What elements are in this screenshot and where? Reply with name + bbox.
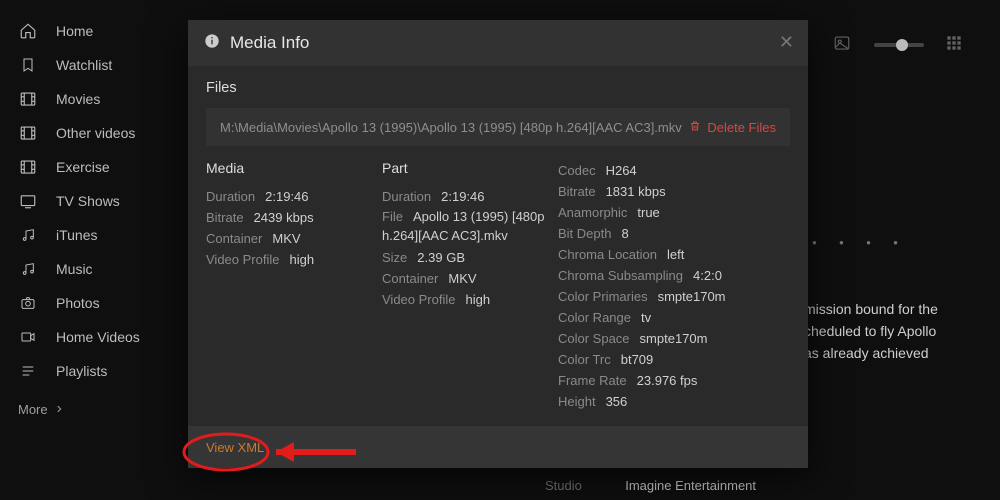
more-label: More [18, 402, 48, 417]
studio-row: Studio Imagine Entertainment [545, 478, 756, 493]
film-icon [18, 123, 38, 143]
sidebar-label: Music [56, 261, 93, 277]
playlist-icon [18, 361, 38, 381]
delete-files-button[interactable]: Delete Files [689, 119, 776, 136]
sidebar-item-exercise[interactable]: Exercise [0, 150, 180, 184]
grid-icon[interactable] [946, 35, 962, 54]
file-path: M:\Media\Movies\Apollo 13 (1995)\Apollo … [220, 120, 682, 135]
part-heading: Part [382, 160, 552, 176]
home-icon [18, 21, 38, 41]
film-icon [18, 157, 38, 177]
camera-icon [18, 293, 38, 313]
sidebar-label: Playlists [56, 363, 107, 379]
sidebar-label: Home [56, 23, 93, 39]
sidebar: Home Watchlist Movies Other videos Exerc… [0, 0, 180, 500]
media-info-modal: Media Info ✕ Files M:\Media\Movies\Apoll… [188, 20, 808, 468]
view-xml-button[interactable]: View XML [206, 440, 264, 455]
sidebar-item-photos[interactable]: Photos [0, 286, 180, 320]
chevron-right-icon [54, 402, 64, 417]
modal-title: Media Info [230, 33, 309, 53]
tv-icon [18, 191, 38, 211]
sidebar-label: Movies [56, 91, 100, 107]
media-column: Media Duration2:19:46 Bitrate2439 kbps C… [206, 160, 376, 412]
music-icon [18, 225, 38, 245]
trash-icon [689, 119, 701, 136]
video-icon [18, 327, 38, 347]
sidebar-label: iTunes [56, 227, 98, 243]
sidebar-item-playlists[interactable]: Playlists [0, 354, 180, 388]
part-column: Part Duration2:19:46 FileApollo 13 (1995… [382, 160, 552, 412]
pagination-dots: ● ● ● ● [812, 238, 908, 247]
sidebar-item-watchlist[interactable]: Watchlist [0, 48, 180, 82]
sidebar-label: TV Shows [56, 193, 120, 209]
info-icon [204, 33, 220, 54]
modal-footer: View XML [188, 426, 808, 468]
media-heading: Media [206, 160, 376, 176]
sidebar-item-home[interactable]: Home [0, 14, 180, 48]
zoom-slider[interactable] [874, 43, 924, 47]
movie-description-partial: mission bound for the cheduled to fly Ap… [804, 298, 984, 364]
sidebar-item-other-videos[interactable]: Other videos [0, 116, 180, 150]
sidebar-more[interactable]: More [0, 402, 180, 417]
sidebar-item-home-videos[interactable]: Home Videos [0, 320, 180, 354]
sidebar-label: Photos [56, 295, 100, 311]
bookmark-icon [18, 55, 38, 75]
delete-label: Delete Files [707, 120, 776, 135]
film-icon [18, 89, 38, 109]
sidebar-label: Other videos [56, 125, 135, 141]
close-button[interactable]: ✕ [779, 32, 794, 53]
sidebar-item-movies[interactable]: Movies [0, 82, 180, 116]
sidebar-label: Exercise [56, 159, 110, 175]
sidebar-label: Home Videos [56, 329, 140, 345]
modal-header: Media Info ✕ [188, 20, 808, 66]
image-icon[interactable] [832, 34, 852, 55]
stream-column: CodecH264 Bitrate1831 kbps Anamorphictru… [558, 160, 778, 412]
files-heading: Files [206, 80, 790, 96]
sidebar-item-itunes[interactable]: iTunes [0, 218, 180, 252]
modal-body: Files M:\Media\Movies\Apollo 13 (1995)\A… [188, 66, 808, 426]
sidebar-item-tv-shows[interactable]: TV Shows [0, 184, 180, 218]
file-path-row: M:\Media\Movies\Apollo 13 (1995)\Apollo … [206, 108, 790, 146]
music-icon [18, 259, 38, 279]
sidebar-item-music[interactable]: Music [0, 252, 180, 286]
sidebar-label: Watchlist [56, 57, 112, 73]
